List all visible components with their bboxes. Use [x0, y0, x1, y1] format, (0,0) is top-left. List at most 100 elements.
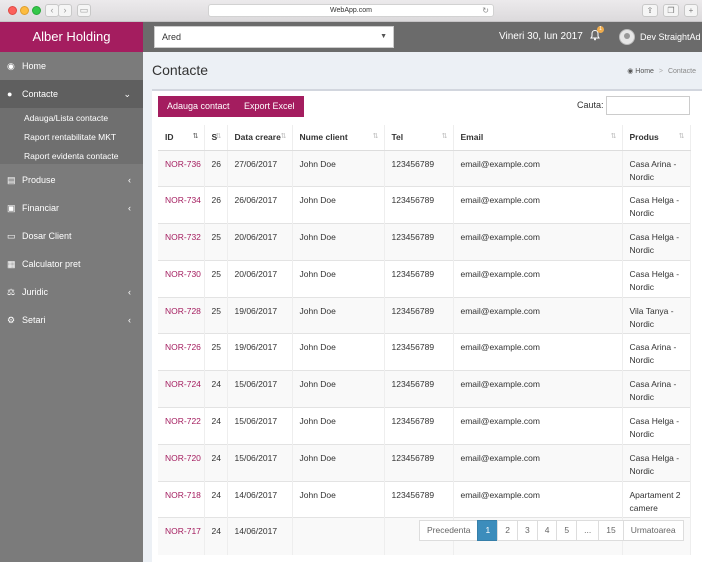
- avatar[interactable]: [619, 29, 635, 45]
- reload-icon[interactable]: ↻: [482, 5, 489, 16]
- address-bar[interactable]: WebApp.com ↻: [208, 4, 494, 17]
- contact-phone: 123456789: [384, 149, 454, 187]
- contact-id[interactable]: NOR-717: [158, 517, 205, 555]
- pagination-page-button[interactable]: 15: [598, 520, 624, 541]
- table-row[interactable]: NOR-734 26 26/06/2017 John Doe 123456789 emai…: [158, 186, 691, 224]
- contact-email: email@example.com: [453, 223, 623, 261]
- book-icon: ▤: [7, 175, 16, 185]
- contact-id[interactable]: NOR-718: [158, 480, 205, 518]
- forward-icon[interactable]: ›: [58, 4, 72, 17]
- export-excel-button[interactable]: Export Excel: [235, 96, 304, 117]
- chevron-left-icon: ‹: [128, 203, 131, 213]
- column-header-data-creare[interactable]: Data creare ⇅: [227, 125, 293, 151]
- sort-icon: ⇅: [280, 133, 287, 140]
- pagination-page-button[interactable]: 3: [516, 520, 538, 541]
- brand-logo[interactable]: Alber Holding: [0, 22, 143, 52]
- table-row[interactable]: NOR-736 26 27/06/2017 John Doe 123456789 emai…: [158, 149, 691, 187]
- contact-created-date: 15/06/2017: [227, 407, 293, 445]
- contact-client-name: John Doe: [292, 443, 385, 482]
- contact-client-name: John Doe: [292, 370, 385, 408]
- user-name[interactable]: Dev StraightAd: [640, 22, 701, 52]
- contact-id[interactable]: NOR-728: [158, 296, 205, 334]
- contact-created-date: 26/06/2017: [227, 186, 293, 224]
- column-header-tel[interactable]: Tel ⇅: [384, 125, 454, 151]
- contact-id[interactable]: NOR-722: [158, 407, 205, 445]
- contact-id[interactable]: NOR-730: [158, 259, 205, 298]
- pagination-next-button[interactable]: Urmatoarea: [622, 520, 684, 541]
- contact-id[interactable]: NOR-726: [158, 333, 205, 371]
- contact-status: 25: [204, 296, 228, 334]
- column-header-nume-client[interactable]: Nume client ⇅: [292, 125, 385, 151]
- sidebar-item-contacte[interactable]: ● Contacte ⌄: [0, 80, 143, 108]
- sidebar-item-dosar-client[interactable]: ▭ Dosar Client: [0, 222, 143, 250]
- submenu-item-raport-evidenta[interactable]: Raport evidenta contacte: [24, 151, 119, 161]
- share-icon[interactable]: ⇪: [642, 4, 658, 17]
- back-icon[interactable]: ‹: [45, 4, 59, 17]
- contact-email: email@example.com: [453, 480, 623, 518]
- add-contact-button[interactable]: Adauga contact: [158, 96, 239, 117]
- contact-phone: 123456789: [384, 259, 454, 298]
- contact-id[interactable]: NOR-732: [158, 223, 205, 261]
- top-navbar: Ared ▼ Vineri 30, Iun 2017 1 Dev Straigh…: [143, 22, 702, 52]
- folder-icon: ▭: [7, 231, 16, 241]
- pagination-page-button[interactable]: 2: [497, 520, 518, 541]
- column-header-id[interactable]: ID ⇅: [158, 125, 205, 151]
- sidebar-item-financiar[interactable]: ▣ Financiar ‹: [0, 194, 143, 222]
- pagination-page-button[interactable]: 4: [536, 520, 558, 541]
- sidebar-item-produse[interactable]: ▤ Produse ‹: [0, 166, 143, 194]
- contacts-box: Adauga contact Export Excel Cauta: ID ⇅ S…: [152, 89, 702, 562]
- contact-phone: 123456789: [384, 296, 454, 334]
- pagination-ellipsis: ...: [576, 520, 600, 541]
- submenu-item-adauga-lista[interactable]: Adauga/Lista contacte: [24, 113, 108, 123]
- contact-created-date: 14/06/2017: [227, 480, 293, 518]
- search-input[interactable]: [606, 96, 690, 115]
- new-tab-icon[interactable]: +: [684, 4, 698, 17]
- table-row[interactable]: NOR-724 24 15/06/2017 John Doe 123456789 emai…: [158, 370, 691, 408]
- sidebar-item-juridic[interactable]: ⚖ Juridic ‹: [0, 278, 143, 306]
- table-row[interactable]: NOR-728 25 19/06/2017 John Doe 123456789 emai…: [158, 296, 691, 334]
- table-row[interactable]: NOR-726 25 19/06/2017 John Doe 123456789 emai…: [158, 333, 691, 371]
- pagination-page-button[interactable]: 5: [556, 520, 578, 541]
- contact-phone: 123456789: [384, 223, 454, 261]
- sidebar-item-calculator-pret[interactable]: ▦ Calculator pret: [0, 250, 143, 278]
- company-select[interactable]: Ared ▼: [154, 26, 394, 48]
- chevron-left-icon: ‹: [128, 287, 131, 297]
- column-header-produs[interactable]: Produs ⇅: [622, 125, 691, 151]
- pagination-page-button[interactable]: 1: [477, 520, 499, 541]
- column-header-s[interactable]: S ⇅: [204, 125, 228, 151]
- contact-phone: 123456789: [384, 333, 454, 371]
- close-window-icon[interactable]: [8, 6, 17, 15]
- maximize-window-icon[interactable]: [32, 6, 41, 15]
- contacte-submenu: Adauga/Lista contacte Raport rentabilita…: [0, 108, 143, 164]
- sidebar-toggle-icon[interactable]: ▭: [77, 4, 91, 17]
- contact-id[interactable]: NOR-734: [158, 186, 205, 224]
- contact-status: 24: [204, 407, 228, 445]
- contact-product: Casa Arina - Nordic: [622, 370, 691, 408]
- contact-status: 25: [204, 333, 228, 371]
- sidebar-item-setari[interactable]: ⚙ Setari ‹: [0, 306, 143, 334]
- column-header-label: Tel: [391, 132, 404, 143]
- page-title: Contacte: [152, 62, 209, 78]
- contact-client-name: [292, 517, 385, 555]
- contact-email: email@example.com: [453, 149, 623, 187]
- table-row[interactable]: NOR-730 25 20/06/2017 John Doe 123456789 emai…: [158, 259, 691, 298]
- contact-id[interactable]: NOR-736: [158, 149, 205, 187]
- chevron-down-icon: ⌄: [123, 89, 131, 99]
- sidebar-item-home[interactable]: ◉ Home: [0, 52, 143, 80]
- breadcrumb-home[interactable]: Home: [635, 68, 654, 75]
- table-row[interactable]: NOR-718 24 14/06/2017 John Doe 123456789 emai…: [158, 480, 691, 518]
- submenu-item-raport-rentabilitate[interactable]: Raport rentabilitate MKT: [24, 132, 116, 142]
- contact-id[interactable]: NOR-720: [158, 443, 205, 482]
- notifications-bell-icon[interactable]: 1: [590, 26, 604, 44]
- contact-status: 24: [204, 480, 228, 518]
- column-header-email[interactable]: Email ⇅: [453, 125, 623, 151]
- dashboard-icon: ◉: [627, 68, 634, 75]
- contact-id[interactable]: NOR-724: [158, 370, 205, 408]
- tabs-icon[interactable]: ❐: [663, 4, 679, 17]
- pagination-prev-button[interactable]: Precedenta: [419, 520, 479, 541]
- table-row[interactable]: NOR-722 24 15/06/2017 John Doe 123456789 emai…: [158, 407, 691, 445]
- table-row[interactable]: NOR-720 24 15/06/2017 John Doe 123456789 emai…: [158, 443, 691, 482]
- table-row[interactable]: NOR-732 25 20/06/2017 John Doe 123456789 emai…: [158, 223, 691, 261]
- minimize-window-icon[interactable]: [20, 6, 29, 15]
- contact-phone: 123456789: [384, 370, 454, 408]
